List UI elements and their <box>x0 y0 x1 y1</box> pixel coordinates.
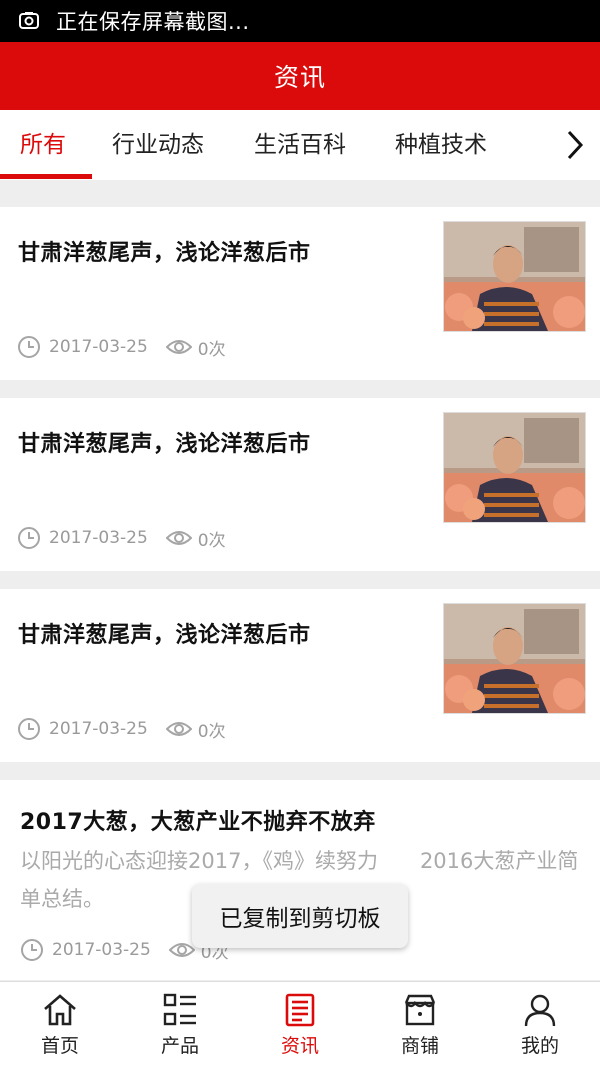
article-title[interactable]: 甘肃洋葱尾声，浅论洋葱后市 <box>18 235 311 267</box>
nav-home[interactable]: 首页 <box>0 982 120 1068</box>
clock-icon <box>18 718 40 740</box>
article-card[interactable]: 2017大葱，大葱产业不抛弃不放弃 以阳光的心态迎接2017，《鸡》续努力 20… <box>0 780 600 980</box>
eye-icon <box>165 340 192 354</box>
photo-man-with-onions <box>444 222 585 331</box>
article-thumbnail[interactable] <box>443 221 586 332</box>
nav-shops[interactable]: 商铺 <box>360 982 480 1068</box>
tab-all[interactable]: 所有 <box>20 110 66 180</box>
bottom-nav: 首页 产品 资讯 商铺 我的 <box>0 981 600 1068</box>
clock-icon <box>18 336 40 358</box>
article-card[interactable]: 甘肃洋葱尾声，浅论洋葱后市 2017-03-25 0次 <box>0 398 600 571</box>
article-meta: 2017-03-25 0次 <box>17 525 226 551</box>
photo-man-with-onions <box>444 413 585 522</box>
tab-planting-tech[interactable]: 种植技术 <box>395 110 487 180</box>
status-bar: 正在保存屏幕截图... <box>0 0 600 42</box>
article-card[interactable]: 甘肃洋葱尾声，浅论洋葱后市 2017-03-25 0次 <box>0 207 600 380</box>
app-header: 资讯 <box>0 42 600 110</box>
article-date: 2017-03-25 <box>49 337 148 357</box>
page-title: 资讯 <box>273 63 326 92</box>
tabs-scroll-right-button[interactable] <box>550 110 600 180</box>
article-thumbnail[interactable] <box>443 603 586 714</box>
screenshot-icon <box>19 12 39 29</box>
nav-label: 产品 <box>160 1035 199 1057</box>
article-views: 0次 <box>197 339 226 360</box>
home-icon <box>44 994 76 1026</box>
shop-icon <box>404 994 436 1026</box>
user-icon <box>524 994 556 1027</box>
nav-news[interactable]: 资讯 <box>240 982 360 1068</box>
eye-icon <box>165 531 192 545</box>
tab-life-encyclopedia[interactable]: 生活百科 <box>254 110 346 180</box>
photo-man-with-onions <box>444 604 585 713</box>
grid-list-icon <box>163 993 196 1026</box>
status-text: 正在保存屏幕截图... <box>56 10 250 34</box>
article-title[interactable]: 甘肃洋葱尾声，浅论洋葱后市 <box>18 426 311 458</box>
toast-message: 已复制到剪切板 <box>192 884 408 948</box>
article-thumbnail[interactable] <box>443 412 586 523</box>
nav-label: 资讯 <box>280 1035 319 1057</box>
active-tab-indicator <box>0 174 92 179</box>
tab-industry-news[interactable]: 行业动态 <box>112 110 204 180</box>
nav-profile[interactable]: 我的 <box>480 982 600 1068</box>
article-title[interactable]: 甘肃洋葱尾声，浅论洋葱后市 <box>18 617 311 649</box>
category-tabs: 所有 行业动态 生活百科 种植技术 <box>0 110 600 180</box>
article-views: 0次 <box>197 530 226 551</box>
article-date: 2017-03-25 <box>52 940 151 960</box>
nav-label: 首页 <box>40 1035 79 1057</box>
nav-label: 我的 <box>520 1035 559 1057</box>
article-meta: 2017-03-25 0次 <box>17 716 226 742</box>
chevron-right-icon <box>567 130 584 160</box>
article-card[interactable]: 甘肃洋葱尾声，浅论洋葱后市 2017-03-25 0次 <box>0 589 600 762</box>
article-date: 2017-03-25 <box>49 719 148 739</box>
news-icon <box>285 993 315 1027</box>
clock-icon <box>18 527 40 549</box>
article-title[interactable]: 2017大葱，大葱产业不抛弃不放弃 <box>20 804 376 836</box>
nav-label: 商铺 <box>400 1035 439 1057</box>
eye-icon <box>165 722 192 736</box>
eye-icon <box>168 943 195 957</box>
article-meta: 2017-03-25 0次 <box>17 334 226 360</box>
article-views: 0次 <box>197 721 226 742</box>
article-date: 2017-03-25 <box>49 528 148 548</box>
clock-icon <box>21 939 43 961</box>
nav-products[interactable]: 产品 <box>120 982 240 1068</box>
